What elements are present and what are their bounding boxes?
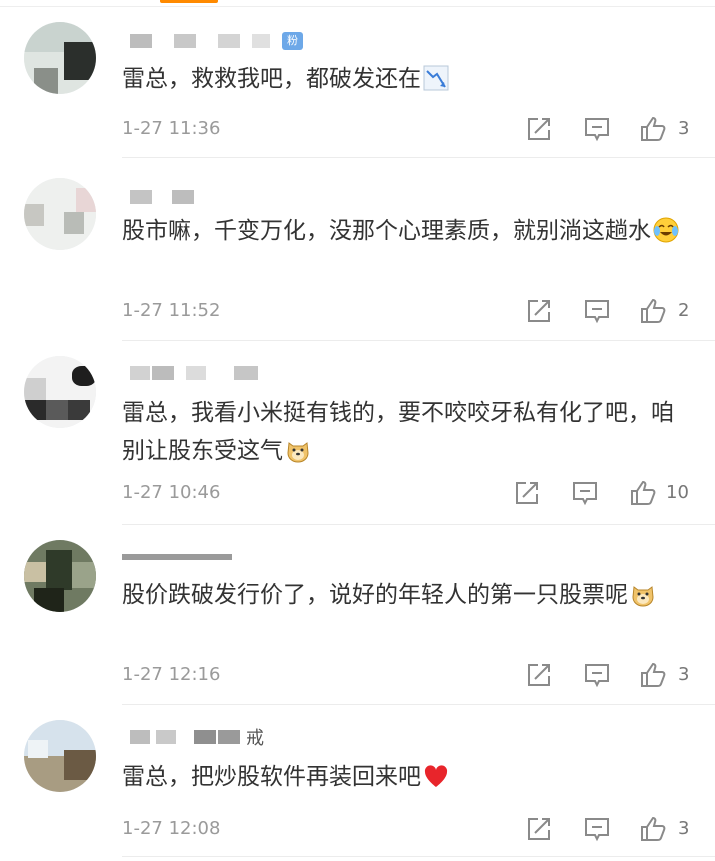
comment-meta: 1-27 12:08 3 [122, 814, 692, 844]
like-count: 3 [678, 664, 690, 685]
username[interactable] [122, 544, 262, 564]
timestamp: 1-27 12:08 [122, 818, 221, 839]
divider [122, 340, 715, 341]
top-divider [0, 0, 715, 7]
comment-icon[interactable] [584, 116, 610, 142]
share-icon[interactable] [526, 116, 552, 142]
comment-meta: 1-27 12:16 3 [122, 660, 692, 690]
comment-item: 股价跌破发行价了，说好的年轻人的第一只股票呢 1-27 12:16 3 [0, 540, 715, 705]
share-icon[interactable] [526, 662, 552, 688]
comment-text: 股市嘛，千变万化，没那个心理素质，就别淌这趟水 [122, 212, 687, 250]
comment-icon[interactable] [572, 480, 598, 506]
comment-item: 戒 雷总，把炒股软件再装回来吧 1-27 12:08 3 [0, 720, 715, 860]
share-icon[interactable] [526, 298, 552, 324]
comment-icon[interactable] [584, 816, 610, 842]
timestamp: 1-27 11:36 [122, 118, 221, 139]
share-icon[interactable] [514, 480, 540, 506]
divider [122, 704, 715, 705]
comment-text: 股价跌破发行价了，说好的年轻人的第一只股票呢 [122, 576, 687, 614]
timestamp: 1-27 12:16 [122, 664, 221, 685]
like-count: 3 [678, 118, 690, 139]
comment-icon[interactable] [584, 298, 610, 324]
username[interactable] [122, 186, 242, 206]
like-count: 10 [666, 482, 689, 503]
comment-item: 股市嘛，千变万化，没那个心理素质，就别淌这趟水 1-27 11:52 2 [0, 178, 715, 343]
avatar[interactable] [24, 22, 96, 94]
username[interactable] [122, 362, 282, 382]
username-text: 戒 [246, 728, 264, 749]
like-icon[interactable] [640, 298, 666, 324]
like-icon[interactable] [640, 116, 666, 142]
comment-text: 雷总，我看小米挺有钱的，要不咬咬牙私有化了吧，咱别让股东受这气 [122, 400, 674, 464]
comment-text: 雷总，把炒股软件再装回来吧 [122, 758, 687, 796]
divider [122, 524, 715, 525]
comment-text: 雷总，救救我吧，都破发还在 [122, 60, 687, 98]
like-count: 3 [678, 818, 690, 839]
like-icon[interactable] [630, 480, 656, 506]
comment-item: 粉 雷总，救救我吧，都破发还在 1-27 11:36 3 [0, 22, 715, 162]
heart-icon [424, 765, 448, 787]
avatar[interactable] [24, 356, 96, 428]
avatar[interactable] [24, 178, 96, 250]
like-icon[interactable] [640, 662, 666, 688]
like-icon[interactable] [640, 816, 666, 842]
timestamp: 1-27 11:52 [122, 300, 221, 321]
avatar[interactable] [24, 720, 96, 792]
share-icon[interactable] [526, 816, 552, 842]
divider [122, 157, 715, 158]
chart-down-icon [423, 65, 449, 91]
avatar[interactable] [24, 540, 96, 612]
comment-icon[interactable] [584, 662, 610, 688]
comment-meta: 1-27 11:52 2 [122, 296, 692, 326]
like-count: 2 [678, 300, 690, 321]
comment-meta: 1-27 11:36 3 [122, 114, 692, 144]
divider [122, 856, 715, 857]
comment-item: 雷总，我看小米挺有钱的，要不咬咬牙私有化了吧，咱别让股东受这气 1-27 10:… [0, 356, 715, 531]
timestamp: 1-27 10:46 [122, 482, 221, 503]
doge-icon [287, 442, 309, 463]
fan-badge: 粉 [282, 32, 303, 50]
doge-icon [632, 586, 654, 607]
laugh-cry-icon [653, 217, 679, 243]
comment-meta: 1-27 10:46 10 [122, 478, 692, 508]
username[interactable]: 戒 [122, 726, 322, 749]
active-tab-indicator [160, 0, 218, 3]
